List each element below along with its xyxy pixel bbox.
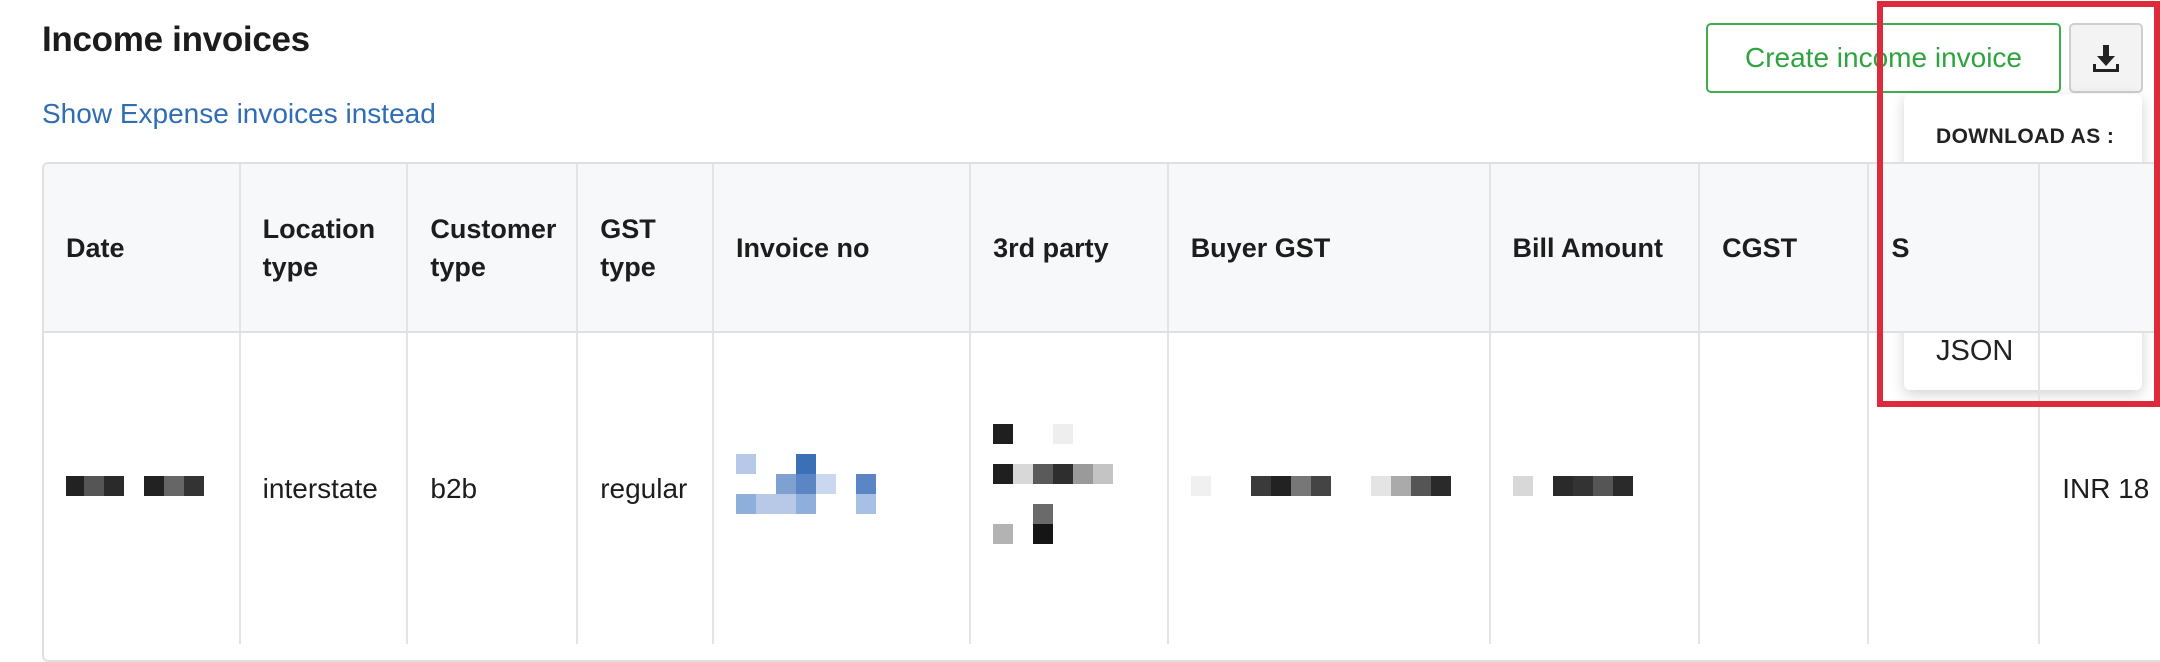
column-header-cgst[interactable]: CGST bbox=[1699, 164, 1870, 333]
show-expense-invoices-link[interactable]: Show Expense invoices instead bbox=[42, 98, 436, 130]
create-income-invoice-button[interactable]: Create income invoice bbox=[1706, 23, 2061, 93]
cell-cgst bbox=[1699, 332, 1870, 644]
column-header-total[interactable] bbox=[2039, 164, 2160, 333]
cell-location-type: interstate bbox=[239, 332, 409, 644]
page-title: Income invoices bbox=[42, 20, 310, 59]
download-icon bbox=[2093, 45, 2119, 72]
cell-invoice-no bbox=[712, 332, 972, 644]
column-header-location-type[interactable]: Location type bbox=[239, 164, 409, 333]
download-button[interactable] bbox=[2069, 23, 2143, 93]
download-menu-heading: DOWNLOAD AS : bbox=[1936, 125, 2115, 148]
column-header-gst-type[interactable]: GST type bbox=[577, 164, 714, 333]
cell-3rd-party bbox=[970, 332, 1169, 644]
table-header-row: Date Location type Customer type GST typ… bbox=[44, 164, 2160, 333]
cell-customer-type: b2b bbox=[407, 332, 579, 644]
redacted-bill-amount bbox=[1512, 475, 1663, 498]
invoices-table-container: Date Location type Customer type GST typ… bbox=[42, 162, 2160, 662]
cell-sgst bbox=[1868, 332, 2041, 644]
column-header-bill-amount[interactable]: Bill Amount bbox=[1489, 164, 1701, 333]
column-header-customer-type[interactable]: Customer type bbox=[407, 164, 579, 333]
cell-bill-amount bbox=[1489, 332, 1701, 644]
column-header-buyer-gst[interactable]: Buyer GST bbox=[1167, 164, 1491, 333]
cell-buyer-gst bbox=[1167, 332, 1491, 644]
table-row[interactable]: interstate b2b regular INR 18 bbox=[44, 332, 2160, 644]
redacted-buyer-gst bbox=[1190, 475, 1471, 498]
redacted-invoice-number[interactable] bbox=[735, 454, 886, 516]
column-header-3rd-party[interactable]: 3rd party bbox=[970, 164, 1169, 333]
cell-gst-type: regular bbox=[577, 332, 714, 644]
cell-total: INR 18 bbox=[2039, 332, 2160, 644]
column-header-date[interactable]: Date bbox=[44, 164, 241, 333]
redacted-date bbox=[66, 475, 206, 498]
invoices-table: Date Location type Customer type GST typ… bbox=[44, 164, 2160, 644]
cell-date bbox=[44, 332, 241, 644]
column-header-invoice-no[interactable]: Invoice no bbox=[712, 164, 972, 333]
column-header-sgst[interactable]: S bbox=[1868, 164, 2041, 333]
redacted-3rd-party bbox=[993, 424, 1123, 546]
